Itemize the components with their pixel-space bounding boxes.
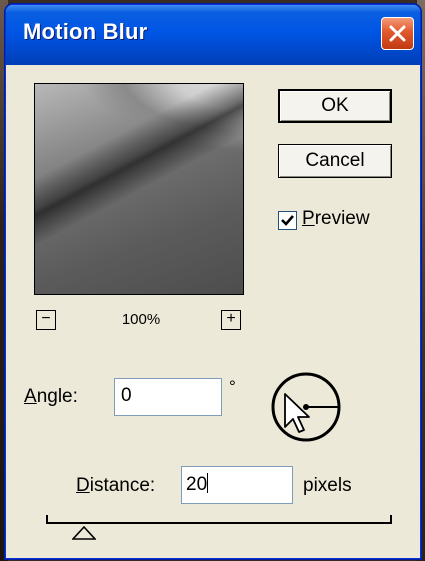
distance-slider-track[interactable] [46,522,392,524]
checkmark-icon [281,215,294,226]
preview-blur-band [35,84,243,247]
angle-unit: ° [229,377,236,396]
close-button[interactable] [381,17,414,50]
zoom-level: 100% [121,311,161,328]
angle-dial[interactable] [268,369,344,445]
preview-label[interactable]: Preview [302,208,370,230]
distance-slider-thumb[interactable] [72,526,96,540]
motion-blur-dialog: Motion Blur − 100% + OK Cancel Preview A… [5,4,421,559]
preview-checkbox[interactable] [278,211,297,230]
distance-label-mnemonic: D [76,475,90,496]
angle-label: Angle: [24,386,78,408]
close-x-icon [389,25,406,42]
distance-label-rest: istance: [89,475,156,496]
distance-input[interactable]: 20 [181,466,293,504]
ok-button[interactable]: OK [278,89,392,123]
zoom-out-button[interactable]: − [36,310,56,330]
zoom-in-button[interactable]: + [221,310,241,330]
preview-label-rest: review [314,208,370,229]
text-caret [207,473,209,493]
cancel-button[interactable]: Cancel [278,144,392,178]
distance-unit: pixels [303,475,352,496]
title-bar[interactable]: Motion Blur [6,5,420,65]
preview-image[interactable] [34,83,244,295]
preview-label-mnemonic: P [302,208,315,229]
distance-value: 20 [186,474,208,495]
angle-input[interactable]: 0 [114,378,222,416]
distance-label: Distance: [76,475,155,497]
dialog-title: Motion Blur [23,19,148,44]
slider-tick-right [390,515,392,524]
angle-label-rest: ngle: [36,386,78,407]
angle-label-mnemonic: A [24,386,37,407]
